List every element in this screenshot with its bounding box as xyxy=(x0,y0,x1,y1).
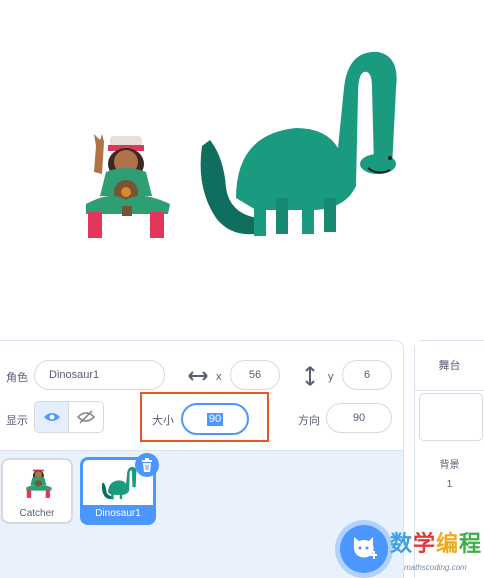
size-value: 90 xyxy=(206,412,224,426)
sprite-tile-name: Dinosaur1 xyxy=(83,505,153,522)
x-input[interactable]: 56 xyxy=(230,360,280,390)
add-sprite-cat-icon xyxy=(353,537,377,559)
x-label: x xyxy=(216,371,222,383)
show-hidden-button[interactable] xyxy=(69,402,103,432)
trash-icon xyxy=(142,458,152,472)
y-label: y xyxy=(328,371,334,383)
sprite-name-input[interactable]: Dinosaur1 xyxy=(34,360,165,390)
sprite-info-panel: 角色 Dinosaur1 x 56 y 6 显示 大小 90 方向 90 xyxy=(0,341,403,451)
dinosaur1-thumbnail xyxy=(101,466,137,500)
sprite-label: 角色 xyxy=(6,372,28,384)
eye-icon xyxy=(43,413,60,421)
watermark-url: mathscoding.com xyxy=(404,563,467,572)
stage-thumbnail[interactable] xyxy=(419,393,483,441)
horizontal-arrow-icon xyxy=(188,371,208,381)
eye-slash-icon xyxy=(77,410,95,424)
sprite-tile-catcher[interactable]: Catcher xyxy=(1,458,73,524)
backdrop-label: 背景 xyxy=(439,460,460,471)
sprite-tile-name: Catcher xyxy=(19,508,55,519)
show-visible-button[interactable] xyxy=(35,402,70,432)
show-toggle xyxy=(34,401,104,433)
watermark-logo: 数学编程 mathscoding.com xyxy=(390,526,482,576)
size-label: 大小 xyxy=(152,415,174,427)
watermark-text: 数学编程 xyxy=(390,531,483,556)
catcher-thumbnail xyxy=(26,469,52,498)
backdrop-count: 1 xyxy=(446,479,453,490)
direction-label: 方向 xyxy=(298,415,320,427)
size-input[interactable]: 90 xyxy=(181,403,249,435)
catcher-sprite[interactable] xyxy=(82,134,174,244)
direction-input[interactable]: 90 xyxy=(326,403,392,433)
vertical-arrow-icon xyxy=(305,366,315,386)
add-sprite-button[interactable] xyxy=(340,525,388,573)
stage-title: 舞台 xyxy=(415,341,484,391)
y-input[interactable]: 6 xyxy=(342,360,392,390)
dinosaur1-sprite[interactable] xyxy=(196,48,400,238)
stage-canvas[interactable] xyxy=(0,0,484,333)
show-label: 显示 xyxy=(6,415,28,427)
delete-sprite-button[interactable] xyxy=(135,453,159,477)
